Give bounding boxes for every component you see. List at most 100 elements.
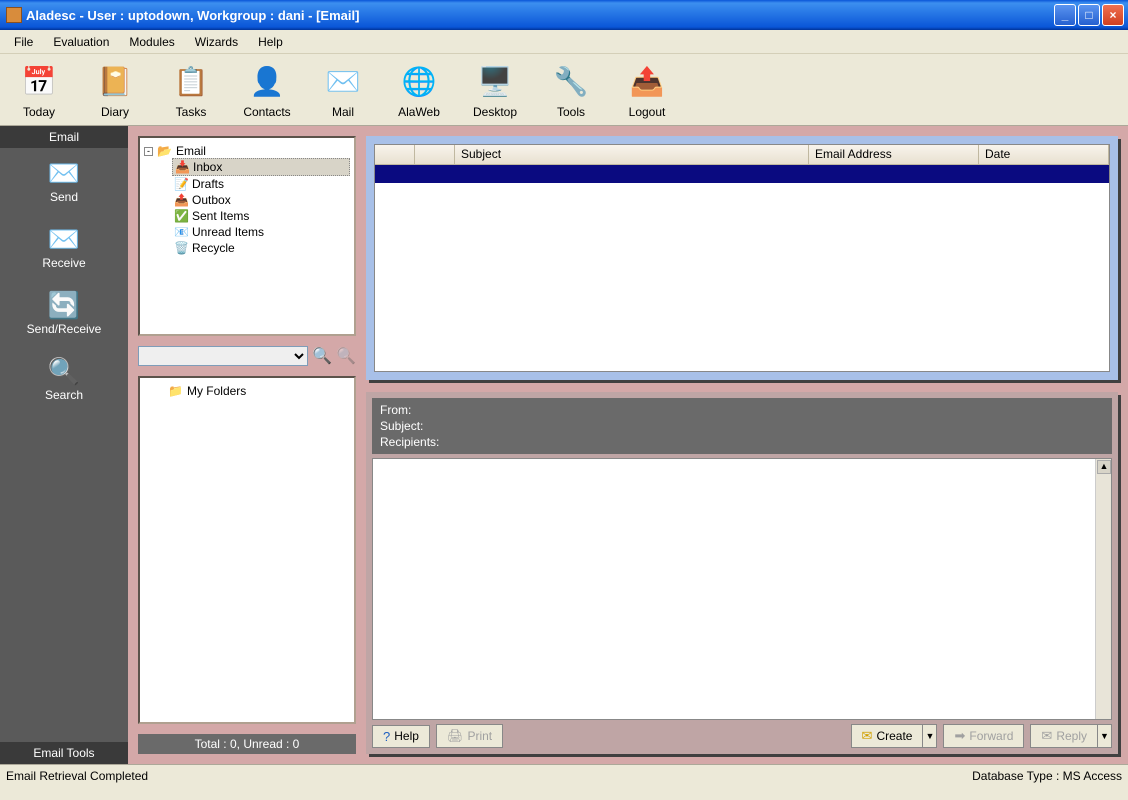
folder-tree: - 📂 Email 📥Inbox 📝Drafts 📤Outbox ✅Sent I… <box>138 136 356 336</box>
diary-icon: 📔 <box>94 61 136 103</box>
toolbar-mail-button[interactable]: ✉️Mail <box>314 61 372 119</box>
send-icon: ✉️ <box>44 156 84 190</box>
menu-file[interactable]: File <box>4 32 43 52</box>
envelope-icon: ✉ <box>862 728 873 744</box>
preview-scrollbar[interactable]: ▲ <box>1095 459 1111 719</box>
reply-button-split: ✉Reply ▼ <box>1030 724 1112 748</box>
sent-icon: ✅ <box>174 209 188 223</box>
sidebar-tab-emailtools[interactable]: Email Tools <box>0 742 128 764</box>
col-icon2[interactable] <box>415 145 455 164</box>
sidebar-item-search[interactable]: 🔍Search <box>0 346 128 412</box>
create-button[interactable]: ✉Create <box>851 724 924 748</box>
toolbar-tasks-button[interactable]: 📋Tasks <box>162 61 220 119</box>
tree-node-myfolders[interactable]: 📁My Folders <box>168 384 346 398</box>
toolbar-diary-button[interactable]: 📔Diary <box>86 61 144 119</box>
toolbar-contacts-button[interactable]: 👤Contacts <box>238 61 296 119</box>
sidebar-tab-email[interactable]: Email <box>0 126 128 148</box>
folder-icon: 📁 <box>168 384 183 398</box>
close-button[interactable]: × <box>1102 4 1124 26</box>
globe-icon: 🌐 <box>398 61 440 103</box>
tree-root-email[interactable]: - 📂 Email <box>144 144 350 158</box>
message-list-panel: Subject Email Address Date <box>366 136 1118 380</box>
statusbar: Email Retrieval Completed Database Type … <box>0 764 1128 786</box>
preview-subject-label: Subject: <box>380 418 1104 434</box>
create-dropdown[interactable]: ▼ <box>923 724 937 748</box>
toolbar-alaweb-button[interactable]: 🌐AlaWeb <box>390 61 448 119</box>
window-title: Aladesc - User : uptodown, Workgroup : d… <box>26 8 1052 23</box>
preview-body: ▲ <box>372 458 1112 720</box>
reply-button[interactable]: ✉Reply <box>1030 724 1098 748</box>
toolbar-tools-button[interactable]: 🔧Tools <box>542 61 600 119</box>
forward-button[interactable]: ➡Forward <box>943 724 1024 748</box>
main-toolbar: 📅Today 📔Diary 📋Tasks 👤Contacts ✉️Mail 🌐A… <box>0 54 1128 126</box>
tree-node-drafts[interactable]: 📝Drafts <box>172 176 350 192</box>
refresh-icon: 🔄 <box>44 288 84 322</box>
print-button[interactable]: 🖨Print <box>436 724 503 748</box>
col-subject[interactable]: Subject <box>455 145 809 164</box>
binoculars-icon[interactable]: 🔍 <box>312 346 332 366</box>
preview-from-label: From: <box>380 402 1104 418</box>
sidebar-item-sendreceive[interactable]: 🔄Send/Receive <box>0 280 128 346</box>
folder-search-select[interactable] <box>138 346 308 366</box>
tree-node-recycle[interactable]: 🗑️Recycle <box>172 240 350 256</box>
tools-icon: 🔧 <box>550 61 592 103</box>
logout-icon: 📤 <box>626 61 668 103</box>
maximize-button[interactable]: □ <box>1078 4 1100 26</box>
sidebar-item-receive[interactable]: ✉️Receive <box>0 214 128 280</box>
desktop-icon: 🖥️ <box>474 61 516 103</box>
scroll-up-icon[interactable]: ▲ <box>1097 460 1111 474</box>
drafts-icon: 📝 <box>174 177 188 191</box>
create-button-split: ✉Create ▼ <box>851 724 938 748</box>
toolbar-desktop-button[interactable]: 🖥️Desktop <box>466 61 524 119</box>
toolbar-today-button[interactable]: 📅Today <box>10 61 68 119</box>
body: Email ✉️Send ✉️Receive 🔄Send/Receive 🔍Se… <box>0 126 1128 764</box>
list-row-selected[interactable] <box>375 165 1109 183</box>
menubar: File Evaluation Modules Wizards Help <box>0 30 1128 54</box>
col-icon1[interactable] <box>375 145 415 164</box>
preview-panel: From: Subject: Recipients: ▲ ?Help 🖨Prin… <box>366 392 1118 754</box>
reply-dropdown[interactable]: ▼ <box>1098 724 1112 748</box>
tasks-icon: 📋 <box>170 61 212 103</box>
col-date[interactable]: Date <box>979 145 1109 164</box>
right-column: Subject Email Address Date From: Subject… <box>366 136 1118 754</box>
left-column: - 📂 Email 📥Inbox 📝Drafts 📤Outbox ✅Sent I… <box>138 136 356 754</box>
help-button[interactable]: ?Help <box>372 725 430 748</box>
preview-meta: From: Subject: Recipients: <box>372 398 1112 454</box>
inbox-icon: 📥 <box>175 160 189 174</box>
outbox-icon: 📤 <box>174 193 188 207</box>
search-icon: 🔍 <box>44 354 84 388</box>
tree-node-outbox[interactable]: 📤Outbox <box>172 192 350 208</box>
titlebar: Aladesc - User : uptodown, Workgroup : d… <box>0 0 1128 30</box>
help-icon: ? <box>383 729 390 744</box>
collapse-icon[interactable]: - <box>144 147 153 156</box>
tree-node-unread[interactable]: 📧Unread Items <box>172 224 350 240</box>
forward-icon: ➡ <box>954 728 965 744</box>
toolbar-logout-button[interactable]: 📤Logout <box>618 61 676 119</box>
minimize-button[interactable]: _ <box>1054 4 1076 26</box>
menu-modules[interactable]: Modules <box>119 32 184 52</box>
contacts-icon: 👤 <box>246 61 288 103</box>
col-address[interactable]: Email Address <box>809 145 979 164</box>
receive-icon: ✉️ <box>44 222 84 256</box>
list-header: Subject Email Address Date <box>375 145 1109 165</box>
menu-wizards[interactable]: Wizards <box>185 32 248 52</box>
calendar-icon: 📅 <box>18 61 60 103</box>
binoculars-disabled-icon: 🔍 <box>336 346 356 366</box>
folder-open-icon: 📂 <box>157 144 172 158</box>
sidebar: Email ✉️Send ✉️Receive 🔄Send/Receive 🔍Se… <box>0 126 128 764</box>
preview-recipients-label: Recipients: <box>380 434 1104 450</box>
app-icon <box>6 7 22 23</box>
preview-button-row: ?Help 🖨Print ✉Create ▼ ➡Forward ✉Reply ▼ <box>372 724 1112 748</box>
main-area: - 📂 Email 📥Inbox 📝Drafts 📤Outbox ✅Sent I… <box>128 126 1128 764</box>
tree-node-inbox[interactable]: 📥Inbox <box>172 158 350 176</box>
tree-node-sent[interactable]: ✅Sent Items <box>172 208 350 224</box>
status-right: Database Type : MS Access <box>972 769 1122 783</box>
print-icon: 🖨 <box>447 728 464 744</box>
unread-icon: 📧 <box>174 225 188 239</box>
mail-icon: ✉️ <box>322 61 364 103</box>
sidebar-item-send[interactable]: ✉️Send <box>0 148 128 214</box>
reply-icon: ✉ <box>1041 728 1052 744</box>
menu-evaluation[interactable]: Evaluation <box>43 32 119 52</box>
menu-help[interactable]: Help <box>248 32 293 52</box>
status-left: Email Retrieval Completed <box>6 769 972 783</box>
